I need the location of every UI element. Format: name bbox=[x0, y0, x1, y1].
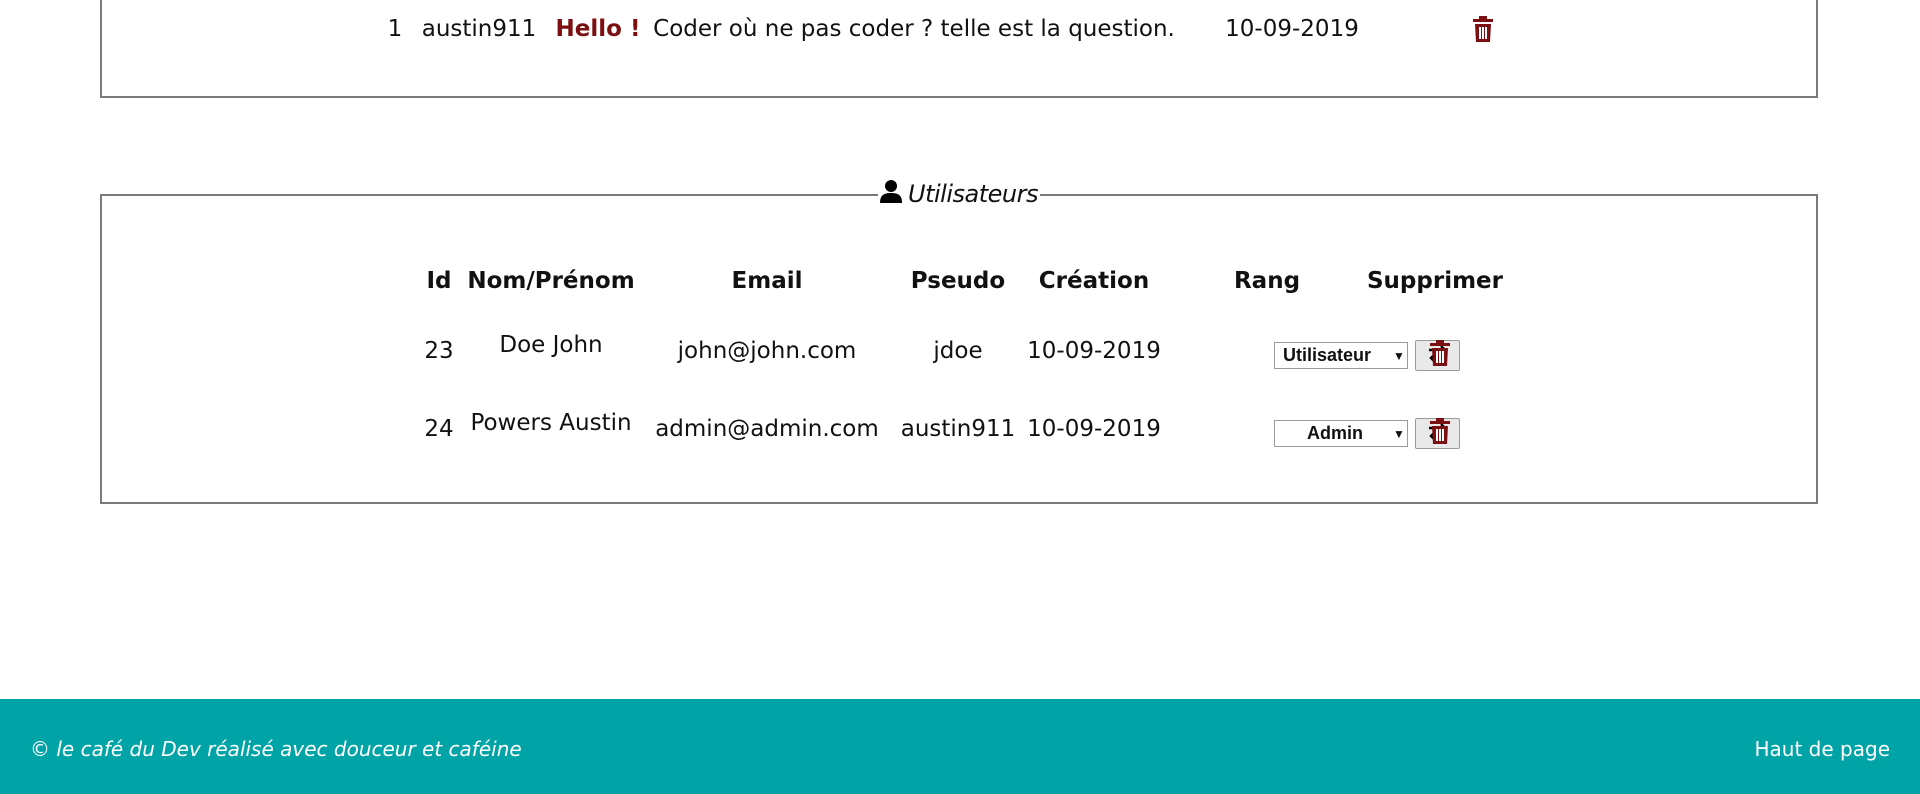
message-content: Coder où ne pas coder ? telle est la que… bbox=[653, 16, 1175, 42]
trash-icon[interactable] bbox=[1429, 340, 1451, 366]
user-id: 24 bbox=[424, 416, 454, 442]
message-title: Hello ! bbox=[555, 16, 641, 42]
user-name: Powers Austin bbox=[470, 410, 632, 436]
rank-select[interactable]: Utilisateur ▼ bbox=[1274, 342, 1408, 369]
message-pseudo: austin911 bbox=[421, 16, 537, 42]
chevron-down-icon: ▼ bbox=[1393, 426, 1405, 441]
back-to-top-link[interactable]: Haut de page bbox=[1755, 737, 1890, 761]
user-pseudo: jdoe bbox=[933, 338, 983, 364]
user-created: 10-09-2019 bbox=[1027, 416, 1161, 442]
user-email: john@john.com bbox=[677, 338, 857, 364]
chevron-down-icon: ▼ bbox=[1393, 348, 1405, 363]
trash-icon[interactable] bbox=[1429, 418, 1451, 444]
footer-copyright: © le café du Dev réalisé avec douceur et… bbox=[30, 737, 522, 761]
users-panel: Utilisateurs Id Nom/Prénom Email Pseudo … bbox=[100, 179, 1818, 504]
rank-select[interactable]: Admin ▼ bbox=[1274, 420, 1408, 447]
message-id: 1 bbox=[387, 16, 403, 42]
users-legend: Utilisateurs bbox=[878, 179, 1040, 209]
user-icon bbox=[880, 179, 903, 209]
user-email: admin@admin.com bbox=[655, 416, 879, 442]
header-name: Nom/Prénom bbox=[467, 268, 635, 294]
user-created: 10-09-2019 bbox=[1027, 338, 1161, 364]
user-pseudo: austin911 bbox=[900, 416, 1016, 442]
header-rank: Rang bbox=[1233, 268, 1301, 294]
header-delete: Supprimer bbox=[1366, 268, 1504, 294]
users-legend-label: Utilisateurs bbox=[908, 180, 1038, 208]
rank-select-value: Admin bbox=[1307, 423, 1363, 443]
header-creation: Création bbox=[1038, 268, 1150, 294]
header-pseudo: Pseudo bbox=[910, 268, 1006, 294]
user-name: Doe John bbox=[499, 332, 603, 358]
footer: © le café du Dev réalisé avec douceur et… bbox=[0, 699, 1920, 794]
header-id: Id bbox=[426, 268, 452, 294]
user-id: 23 bbox=[424, 338, 454, 364]
header-email: Email bbox=[731, 268, 803, 294]
messages-panel: 1 austin911 Hello ! Coder où ne pas code… bbox=[100, 0, 1818, 98]
message-date: 10-09-2019 bbox=[1225, 16, 1359, 42]
rank-select-value: Utilisateur bbox=[1283, 345, 1372, 365]
trash-icon[interactable] bbox=[1472, 16, 1494, 42]
